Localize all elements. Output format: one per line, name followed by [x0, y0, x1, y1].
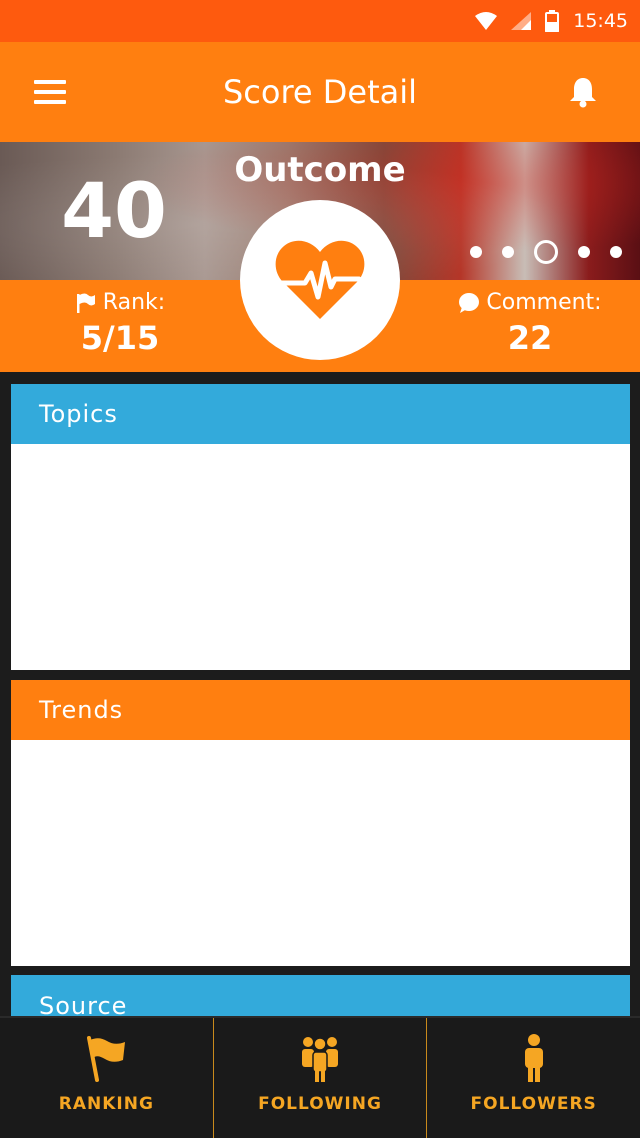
rank-label: Rank:: [102, 290, 166, 315]
topics-card-header[interactable]: Topics: [11, 384, 630, 444]
carousel-dot[interactable]: [502, 246, 514, 258]
carousel-dot[interactable]: [610, 246, 622, 258]
status-bar: 15:45: [0, 0, 640, 42]
comment-count: 22: [507, 319, 553, 357]
bell-icon: [570, 78, 596, 108]
group-icon: [302, 1037, 338, 1082]
clock-time: 15:45: [573, 10, 628, 32]
wifi-icon: [475, 12, 498, 30]
page-title: Score Detail: [222, 73, 418, 111]
heart-pulse-icon: [275, 240, 365, 319]
tab-following[interactable]: FOLLOWING: [212, 1018, 427, 1138]
tab-followers[interactable]: FOLLOWERS: [426, 1018, 640, 1138]
rank-value: 5/15: [80, 319, 160, 357]
flag-icon: [87, 1036, 126, 1082]
category-title: Outcome: [234, 150, 406, 190]
carousel-dot[interactable]: [578, 246, 590, 258]
tab-following-label: FOLLOWING: [258, 1094, 382, 1114]
app-bar: Score Detail: [0, 42, 640, 142]
trends-card-header[interactable]: Trends: [11, 680, 630, 740]
carousel-dot[interactable]: [470, 246, 482, 258]
carousel-dot-active[interactable]: [534, 240, 558, 264]
trends-card: Trends: [11, 680, 630, 966]
tab-ranking-label: RANKING: [58, 1094, 154, 1114]
tab-followers-label: FOLLOWERS: [470, 1094, 597, 1114]
battery-icon: [545, 10, 560, 32]
tab-ranking[interactable]: RANKING: [0, 1018, 213, 1138]
topics-card: Topics: [11, 384, 630, 670]
bottom-tab-bar: RANKING FOLLOWING FOLLOWERS: [0, 1016, 640, 1138]
notifications-button[interactable]: [568, 76, 598, 108]
comment-stat[interactable]: Comment: 22: [420, 290, 640, 357]
category-badge: [240, 200, 400, 360]
comment-icon: [459, 292, 480, 313]
carousel-indicator[interactable]: [470, 240, 640, 264]
signal-icon: [511, 12, 532, 30]
flag-icon: [76, 293, 95, 313]
person-icon: [524, 1034, 543, 1082]
comment-label: Comment:: [486, 290, 602, 315]
rank-stat: Rank: 5/15: [10, 290, 230, 357]
